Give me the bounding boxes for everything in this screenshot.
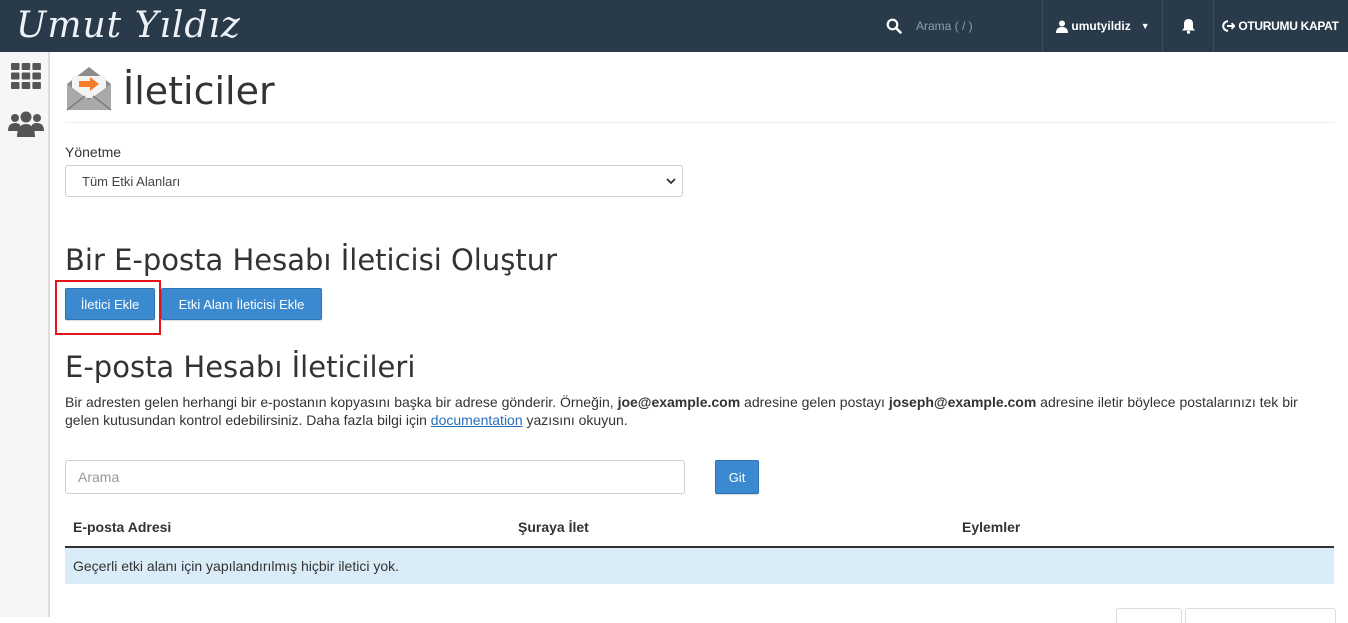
desc-example-email: joseph@example.com	[888, 394, 1037, 410]
grid-icon	[11, 63, 41, 89]
brand-logo[interactable]: Umut Yıldız	[16, 4, 241, 50]
forwarder-envelope-icon	[66, 67, 112, 111]
logout-icon	[1222, 20, 1236, 32]
desc-example-email: joe@example.com	[617, 394, 741, 410]
forwarders-list-heading: E-posta Hesabı İleticileri	[65, 350, 416, 384]
bell-icon	[1181, 19, 1195, 34]
documentation-link[interactable]: documentation	[431, 412, 523, 428]
sidebar-item-apps[interactable]	[8, 58, 44, 94]
desc-text: yazısını okuyun.	[522, 412, 628, 428]
table-row: Geçerli etki alanı için yapılandırılmış …	[65, 548, 1334, 584]
forwarders-description: Bir adresten gelen herhangi bir e-postan…	[65, 393, 1335, 429]
pagination[interactable]	[1185, 608, 1336, 623]
go-button[interactable]: Git	[715, 460, 759, 494]
chevron-down-icon: ▼	[1140, 21, 1150, 31]
table-header: E-posta Adresi Şuraya İlet Eylemler	[65, 510, 1334, 548]
page-size-select[interactable]	[1116, 608, 1182, 623]
page-header: İleticiler	[65, 62, 1335, 123]
user-menu[interactable]: umutyildiz ▼	[1042, 0, 1163, 52]
create-forwarder-heading: Bir E-posta Hesabı İleticisi Oluştur	[65, 243, 558, 277]
domain-select[interactable]: Tüm Etki Alanları	[65, 165, 683, 197]
desc-text: adresine gelen postayı	[740, 394, 889, 410]
forwarder-search-input[interactable]	[65, 460, 685, 494]
search-icon	[886, 18, 902, 34]
user-icon	[1056, 20, 1069, 33]
column-forward-to[interactable]: Şuraya İlet	[518, 519, 589, 535]
page-title: İleticiler	[123, 69, 275, 113]
notifications-button[interactable]	[1162, 0, 1214, 52]
logout-button[interactable]: OTURUMU KAPAT	[1213, 0, 1348, 52]
top-search-input[interactable]	[914, 18, 1048, 34]
top-search	[886, 0, 1048, 52]
column-actions: Eylemler	[962, 519, 1021, 535]
username: umutyildiz	[1071, 19, 1131, 33]
add-forwarder-button[interactable]: İletici Ekle	[65, 288, 155, 320]
logout-label: OTURUMU KAPAT	[1238, 19, 1339, 33]
users-icon	[8, 111, 44, 137]
column-email-address[interactable]: E-posta Adresi	[73, 519, 171, 535]
sidebar-item-users[interactable]	[8, 106, 44, 142]
sidebar	[0, 52, 50, 617]
add-domain-forwarder-button[interactable]: Etki Alanı İleticisi Ekle	[161, 288, 322, 320]
top-navbar: Umut Yıldız umutyildiz ▼ OTURUMU KAPAT	[0, 0, 1348, 52]
manage-label: Yönetme	[65, 144, 122, 160]
forwarders-table: E-posta Adresi Şuraya İlet Eylemler Geçe…	[65, 510, 1334, 584]
chevron-down-icon	[666, 178, 676, 185]
desc-text: Bir adresten gelen herhangi bir e-postan…	[65, 394, 618, 410]
empty-message: Geçerli etki alanı için yapılandırılmış …	[73, 558, 400, 574]
domain-select-value: Tüm Etki Alanları	[82, 173, 181, 189]
